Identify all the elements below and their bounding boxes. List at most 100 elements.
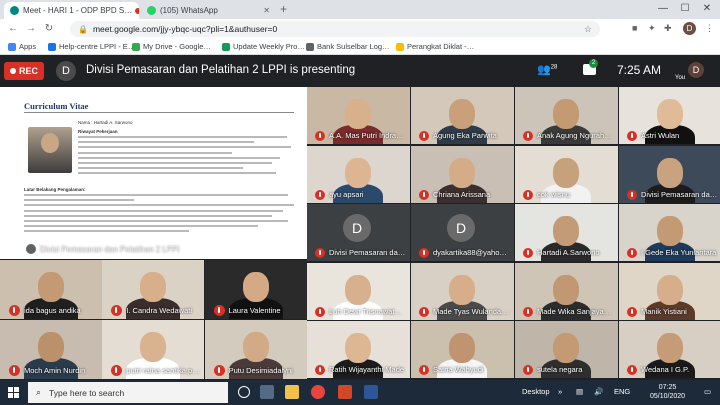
bookmark-apps[interactable]: Apps — [8, 42, 36, 51]
mic-off-icon — [627, 365, 637, 376]
participant-name: Moch Amin Nurdin — [24, 366, 86, 375]
participant-tile[interactable]: Hartadi A.Sarwono — [515, 204, 618, 262]
participant-tile[interactable]: Chriana Arissana — [411, 145, 514, 203]
self-avatar[interactable]: D — [688, 62, 704, 78]
record-dot-icon — [9, 68, 16, 74]
participant-tile[interactable]: Wedana I G.P. — [619, 321, 720, 379]
maximize-icon[interactable]: ☐ — [674, 0, 696, 17]
url-bar[interactable]: 🔒 meet.google.com/jjy-ybqc-uqc?pli=1&aut… — [70, 21, 600, 37]
cortana-icon[interactable] — [238, 386, 250, 398]
desktop-label[interactable]: Desktop — [522, 387, 550, 396]
participant-name: Chriana Arissana — [433, 189, 491, 199]
participant-name: Divisi Pemasaran da… — [329, 248, 406, 258]
bookmark-label: Help-centre LPPI - E… — [59, 42, 136, 51]
reload-icon[interactable]: ↻ — [42, 22, 56, 36]
bookmark-help-centre[interactable]: Help-centre LPPI - E… — [48, 42, 135, 51]
bookmark-update-weekly[interactable]: Update Weekly Pro… — [222, 42, 305, 51]
participant-tile[interactable]: Divisi Pemasaran da… — [619, 145, 720, 203]
participant-tile[interactable]: Moch Amin Nurdin — [0, 320, 102, 379]
language-indicator[interactable]: ENG — [614, 387, 630, 396]
participant-tile[interactable]: ida bagus andika — [0, 260, 102, 319]
chat-badge: 2 — [589, 59, 598, 68]
participant-name: Ratih Wijayanthi Made — [329, 365, 405, 375]
globe-icon — [306, 42, 314, 51]
mic-off-icon — [419, 248, 429, 259]
participant-tile[interactable]: Satria Wahyudi — [411, 321, 514, 379]
close-icon[interactable]: ✕ — [259, 6, 270, 15]
extensions-icon[interactable]: ✚ — [664, 23, 672, 34]
volume-icon[interactable]: 🔊 — [594, 387, 603, 396]
bookmark-star-icon[interactable]: ☆ — [584, 24, 592, 35]
participant-tile[interactable]: I Gede Eka Yuniantara — [619, 204, 720, 262]
notification-icon[interactable]: ▭ — [704, 387, 711, 396]
participant-face — [553, 157, 579, 188]
participant-face — [242, 272, 269, 302]
mic-off-icon — [213, 305, 225, 316]
participant-tile[interactable]: Made Wika Sanjaya… — [515, 262, 618, 320]
powerpoint-icon[interactable] — [338, 385, 352, 399]
participant-tile[interactable]: Ddyakartika88@yaho… — [411, 204, 514, 262]
participant-tile[interactable]: Laura Valentine — [204, 260, 307, 319]
mic-off-icon — [627, 131, 637, 141]
camera-icon[interactable]: ■ — [632, 23, 637, 33]
participant-tile[interactable]: putri ratna santika p… — [102, 320, 205, 379]
participant-tile[interactable]: Luh Dewi Trisnawat… — [307, 262, 410, 320]
participant-tile[interactable]: Astri Wulan — [619, 87, 720, 144]
forward-icon[interactable]: → — [24, 22, 38, 36]
presenter-photo — [28, 127, 72, 173]
participant-tile[interactable]: Ratih Wijayanthi Made — [307, 321, 410, 379]
windows-start-icon[interactable] — [8, 387, 19, 398]
participant-name: I Gede Eka Yuniantara — [641, 248, 717, 258]
participant-face — [657, 99, 683, 129]
mic-off-icon — [523, 248, 533, 259]
participant-tile[interactable]: D Divisi Pemasaran da… — [307, 204, 410, 262]
back-icon[interactable]: ← — [6, 22, 20, 36]
profile-avatar[interactable]: D — [683, 22, 696, 35]
participant-tile[interactable]: Agung Eka Parwita — [411, 87, 514, 144]
lock-icon: 🔒 — [78, 24, 88, 34]
presenter-avatar: D — [56, 61, 76, 81]
participant-tile[interactable]: Manik Yistiani — [619, 262, 720, 320]
tab-meet[interactable]: Meet - HARI 1 - ODP BPD S… ✕ — [4, 2, 139, 19]
tab-whatsapp[interactable]: (105) WhatsApp ✕ — [141, 2, 276, 19]
participant-tile[interactable]: cok wisnu — [515, 145, 618, 203]
participant-name: Hartadi A.Sarwono — [537, 248, 600, 258]
recording-indicator[interactable]: REC — [4, 62, 44, 80]
participants-button[interactable]: 👥28 — [537, 63, 557, 76]
word-icon[interactable] — [364, 385, 378, 399]
participant-tile[interactable]: Made Tyas Wulanda… — [411, 262, 514, 320]
presenter-mic-icon — [26, 244, 36, 254]
participant-avatar: D — [447, 214, 475, 243]
participant-tile[interactable]: A.A. Mas Putri Indra… — [307, 87, 410, 144]
apps-grid-icon — [8, 42, 16, 51]
file-explorer-icon[interactable] — [285, 385, 299, 399]
chrome-icon[interactable] — [311, 385, 325, 399]
bookmark-perangkat-diklat[interactable]: Perangkat Diklat -… — [396, 42, 474, 51]
participant-tile[interactable]: I. Candra Wedawati — [102, 260, 205, 319]
people-icon: 👥 — [537, 64, 551, 76]
drive-icon — [396, 42, 404, 51]
meet-favicon-icon — [10, 6, 19, 15]
minimize-icon[interactable]: — — [652, 0, 674, 17]
bookmark-label: Apps — [19, 42, 37, 51]
extension-icon[interactable]: ✦ — [648, 23, 656, 34]
bookmark-my-drive[interactable]: My Drive - Google… — [132, 42, 211, 51]
mic-off-icon — [315, 248, 325, 259]
whatsapp-favicon-icon — [147, 6, 156, 15]
bookmark-bank-sulselbar[interactable]: Bank Sulselbar Log… — [306, 42, 390, 51]
participant-face — [657, 157, 683, 188]
participant-tile[interactable]: Putu Desimiadalyni — [204, 320, 307, 379]
taskbar-search[interactable]: ⌕ Type here to search — [28, 382, 228, 403]
task-view-icon[interactable] — [260, 385, 274, 399]
participant-tile[interactable]: sutela negara — [515, 321, 618, 379]
tray-chevron-icon[interactable]: » — [558, 387, 562, 396]
participant-tile[interactable]: ayu apsari — [307, 145, 410, 203]
menu-icon[interactable]: ⋮ — [705, 23, 714, 34]
participant-face — [657, 216, 683, 247]
window-close-icon[interactable]: ✕ — [696, 0, 718, 17]
taskbar-clock[interactable]: 07:25 05/10/2020 — [650, 383, 685, 401]
network-icon[interactable]: ▤ — [576, 387, 583, 396]
new-tab-button[interactable]: + — [280, 2, 287, 16]
participant-tile[interactable]: Anak Agung Ngurah… — [515, 87, 618, 144]
participant-face — [140, 272, 167, 302]
